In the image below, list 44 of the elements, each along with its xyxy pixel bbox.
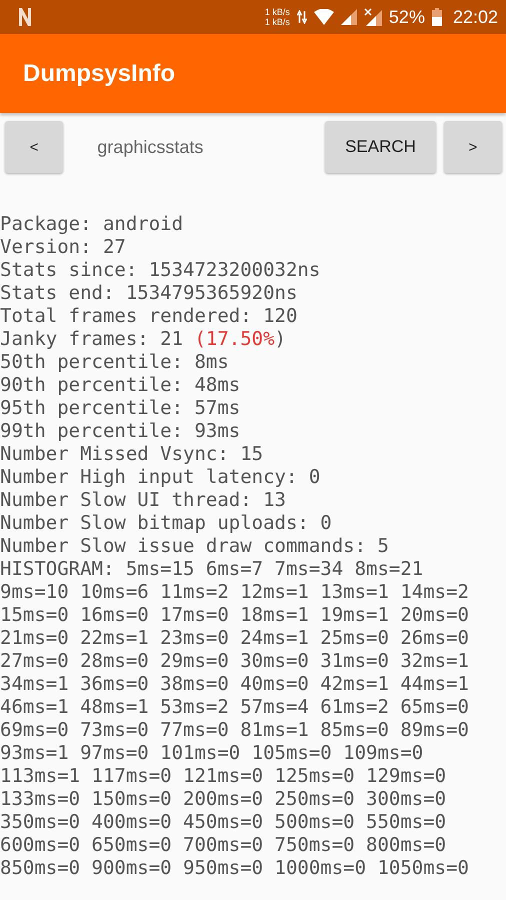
output-line: 90th percentile: 48ms (0, 374, 240, 397)
output-line: 850ms=0 900ms=0 950ms=0 1000ms=0 1050ms=0 (0, 857, 469, 880)
output-line: 15ms=0 16ms=0 17ms=0 18ms=1 19ms=1 20ms=0 (0, 604, 469, 627)
output-line: Package: android (0, 213, 184, 236)
output-line: Number High input latency: 0 (0, 466, 320, 489)
clock: 22:02 (452, 6, 498, 28)
output-line: 34ms=1 36ms=0 38ms=0 40ms=0 42ms=1 44ms=1 (0, 673, 469, 696)
search-field[interactable]: graphicsstats (71, 136, 318, 158)
output-line: 133ms=0 150ms=0 200ms=0 250ms=0 300ms=0 (0, 788, 446, 811)
output-line: 93ms=1 97ms=0 101ms=0 105ms=0 109ms=0 (0, 742, 424, 765)
output-line: 350ms=0 400ms=0 450ms=0 500ms=0 550ms=0 (0, 811, 446, 834)
search-button[interactable]: SEARCH (325, 121, 436, 173)
app-title: DumpsysInfo (23, 60, 176, 88)
output-line: Number Slow issue draw commands: 5 (0, 535, 389, 558)
output-line: 9ms=10 10ms=6 11ms=2 12ms=1 13ms=1 14ms=2 (0, 581, 469, 604)
download-speed: 1 kB/s (264, 17, 290, 27)
data-arrows-icon (296, 10, 307, 24)
battery-percent: 52% (388, 6, 425, 28)
output-line: Stats since: 1534723200032ns (0, 259, 320, 282)
output-line: Number Missed Vsync: 15 (0, 443, 264, 466)
output-line: 46ms=1 48ms=1 53ms=2 57ms=4 61ms=2 65ms=0 (0, 696, 469, 719)
output-line: Number Slow UI thread: 13 (0, 489, 286, 512)
next-button[interactable]: > (444, 121, 502, 173)
output-line: Total frames rendered: 120 (0, 305, 298, 328)
output-line: 95th percentile: 57ms (0, 397, 240, 420)
output-line: 50th percentile: 8ms (0, 351, 229, 374)
output-line: 21ms=0 22ms=1 23ms=0 24ms=1 25ms=0 26ms=0 (0, 627, 469, 650)
upload-speed: 1 kB/s (264, 7, 290, 17)
wifi-icon (314, 9, 334, 25)
previous-button[interactable]: < (5, 121, 64, 173)
output-line: 113ms=1 117ms=0 121ms=0 125ms=0 129ms=0 (0, 765, 446, 788)
signal-icon (340, 9, 357, 25)
output-line: 69ms=0 73ms=0 77ms=0 81ms=1 85ms=0 89ms=0 (0, 719, 469, 742)
output-line: Stats end: 1534795365920ns (0, 282, 298, 305)
output-line: Version: 27 (0, 236, 126, 259)
output-line: 99th percentile: 93ms (0, 420, 240, 443)
battery-icon (432, 8, 442, 26)
letter-n-icon (18, 7, 32, 27)
output-line: Janky frames: 21 (17.50%) (0, 328, 286, 351)
output-line: HISTOGRAM: 5ms=15 6ms=7 7ms=34 8ms=21 (0, 558, 424, 581)
output-line: 27ms=0 28ms=0 29ms=0 30ms=0 31ms=0 32ms=1 (0, 650, 469, 673)
output-line: Number Slow bitmap uploads: 0 (0, 512, 332, 535)
no-signal-icon (364, 8, 382, 26)
output-line: 600ms=0 650ms=0 700ms=0 750ms=0 800ms=0 (0, 834, 446, 857)
